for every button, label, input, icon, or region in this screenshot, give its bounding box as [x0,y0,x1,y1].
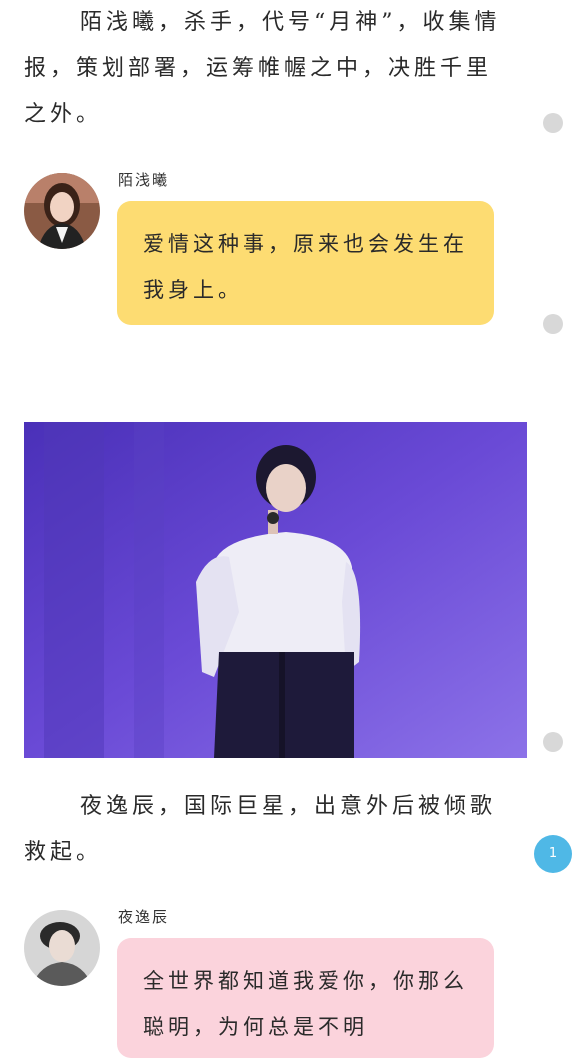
sender-name: 陌浅曦 [118,171,170,189]
intro-paragraph: 夜逸辰，国际巨星，出意外后被倾歌救起。 [24,794,497,865]
circle-dot-icon[interactable] [543,113,563,133]
page-number-badge[interactable]: 1 [534,835,572,873]
avatar-yeyichen[interactable] [24,910,100,986]
chat-bubble: 爱情这种事，原来也会发生在我身上。 [117,201,494,325]
man-portrait-icon [24,910,100,986]
circle-dot-icon[interactable] [543,732,563,752]
sender-name: 夜逸辰 [118,908,170,926]
intro-paragraph: 陌浅曦，杀手，代号“月神”，收集情报，策划部署，运筹帷幄之中，决胜千里之外。 [24,10,501,127]
stage-photo [24,422,527,758]
avatar-moqianxi[interactable] [24,173,100,249]
circle-dot-icon[interactable] [543,314,563,334]
chat-bubble: 全世界都知道我爱你，你那么聪明，为何总是不明 [117,938,494,1058]
singer-on-stage-photo [24,422,527,758]
woman-portrait-icon [24,173,100,249]
